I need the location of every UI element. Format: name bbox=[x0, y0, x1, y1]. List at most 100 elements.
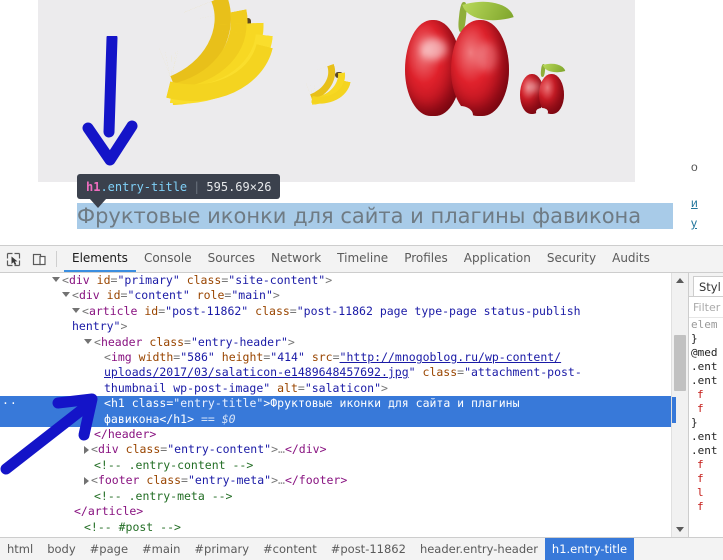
expand-triangle-icon[interactable] bbox=[52, 277, 60, 282]
attr-role-value: "main" bbox=[231, 288, 273, 303]
breadcrumb-item-html[interactable]: html bbox=[0, 538, 40, 560]
styles-line-3: .ent bbox=[691, 360, 718, 373]
attr-src: src bbox=[311, 350, 333, 365]
attr-class: class bbox=[125, 442, 161, 457]
tab-profiles[interactable]: Profiles bbox=[396, 247, 456, 272]
styles-line-7: } bbox=[691, 416, 698, 429]
sidebar-clipped-char-1: о bbox=[691, 160, 698, 174]
breadcrumb-item-primary[interactable]: #primary bbox=[187, 538, 256, 560]
dom-comment-entry-content[interactable]: <!-- .entry-content --> bbox=[0, 458, 671, 473]
attr-class-value-cont: hentry" bbox=[72, 319, 121, 334]
breadcrumb-item-body[interactable]: body bbox=[40, 538, 82, 560]
tab-elements[interactable]: Elements bbox=[64, 247, 136, 272]
dom-node-primary[interactable]: <<divdiv id="primary" class="site-conten… bbox=[0, 273, 671, 288]
tab-application[interactable]: Application bbox=[456, 247, 539, 272]
page-right-sidebar-clipped: о и у bbox=[687, 0, 723, 245]
attr-alt: alt bbox=[277, 380, 298, 395]
styles-filter-input[interactable]: Filter bbox=[689, 297, 723, 318]
expand-triangle-icon[interactable] bbox=[84, 338, 92, 344]
banana-large-icon bbox=[150, 0, 308, 120]
collapse-triangle-icon[interactable] bbox=[84, 476, 89, 485]
devtools-panel: Elements Console Sources Network Timelin… bbox=[0, 245, 723, 560]
attr-class: class bbox=[149, 334, 185, 349]
dom-node-h1-selected-cont[interactable]: фавикона</h1> == $0 bbox=[0, 411, 671, 428]
expand-triangle-icon[interactable] bbox=[72, 307, 80, 313]
styles-line-11: f bbox=[697, 472, 704, 485]
collapsed-ellipsis[interactable]: … bbox=[278, 473, 285, 487]
breadcrumb-item-header-entry-header[interactable]: header.entry-header bbox=[413, 538, 545, 560]
attr-class-value: "entry-content" bbox=[167, 442, 272, 457]
toolbar-divider bbox=[56, 251, 57, 267]
featured-image-salaticon bbox=[38, 0, 635, 182]
scrollbar-down-arrow-icon[interactable] bbox=[672, 522, 688, 537]
tab-network[interactable]: Network bbox=[263, 247, 329, 272]
tab-timeline[interactable]: Timeline bbox=[329, 247, 396, 272]
apple-small-icon bbox=[518, 59, 570, 116]
attr-id: id bbox=[144, 303, 159, 318]
breadcrumb-item-page[interactable]: #page bbox=[83, 538, 135, 560]
attr-class: class bbox=[146, 473, 182, 488]
styles-line-6: f bbox=[697, 402, 704, 415]
dom-node-header[interactable]: <header class="entry-header"> bbox=[0, 335, 671, 350]
breadcrumb-item-h1-entry-title[interactable]: h1.entry-title bbox=[544, 538, 635, 560]
devtools-toolbar: Elements Console Sources Network Timelin… bbox=[0, 246, 723, 273]
styles-line-13: f bbox=[697, 500, 704, 513]
scrollbar-up-arrow-icon[interactable] bbox=[672, 273, 688, 288]
tab-styles[interactable]: Styl bbox=[693, 276, 723, 296]
selected-node-dots-icon: ·· bbox=[2, 396, 18, 411]
page-entry-title: Фруктовые иконки для сайта и плагины фав… bbox=[77, 203, 673, 229]
styles-line-2: @med bbox=[691, 346, 718, 359]
dom-node-content[interactable]: <div id="content" role="main"> bbox=[0, 288, 671, 303]
sidebar-clipped-link-1[interactable]: и bbox=[691, 196, 698, 210]
attr-src-value-quote: " bbox=[408, 365, 416, 380]
tooltip-tag-name: h1 bbox=[86, 179, 101, 194]
dom-tree-pane[interactable]: <<divdiv id="primary" class="site-conten… bbox=[0, 273, 671, 537]
styles-line-8: .ent bbox=[691, 430, 718, 443]
attr-class-value: "entry-meta" bbox=[187, 473, 272, 488]
tab-audits[interactable]: Audits bbox=[604, 247, 658, 272]
breadcrumb-item-content[interactable]: #content bbox=[256, 538, 324, 560]
scrollbar-selection-marker bbox=[672, 397, 676, 423]
attr-id-value: "post-11862" bbox=[165, 303, 249, 318]
element-inspector-tooltip: h1 .entry-title | 595.69×26 bbox=[77, 174, 281, 199]
collapsed-ellipsis[interactable]: … bbox=[278, 442, 285, 456]
tooltip-dimensions: 595.69×26 bbox=[206, 179, 272, 194]
dom-node-img-cont2[interactable]: thumbnail wp-post-image" alt="salaticon"… bbox=[0, 381, 671, 396]
dom-tree-scrollbar[interactable] bbox=[671, 273, 688, 537]
page-viewport: h1 .entry-title | 595.69×26 Фруктовые ико… bbox=[38, 0, 687, 245]
sidebar-clipped-link-2[interactable]: у bbox=[691, 216, 697, 230]
device-toolbar-icon[interactable] bbox=[26, 247, 52, 271]
dom-node-article[interactable]: <article id="post-11862" class="post-118… bbox=[0, 304, 671, 319]
styles-line-9: .ent bbox=[691, 444, 718, 457]
dom-node-img-cont1[interactable]: uploads/2017/03/salaticon-e1489648457692… bbox=[0, 365, 671, 380]
breadcrumb-item-main[interactable]: #main bbox=[135, 538, 187, 560]
attr-class-value-part2: thumbnail wp-post-image" bbox=[104, 380, 271, 395]
inspect-cursor-icon[interactable] bbox=[0, 247, 26, 271]
collapse-triangle-icon[interactable] bbox=[84, 445, 89, 454]
dom-node-h1-selected[interactable]: ·· <h1 class="entry-title">Фруктовые икон… bbox=[0, 396, 671, 412]
tab-sources[interactable]: Sources bbox=[200, 247, 263, 272]
dom-node-entry-meta[interactable]: <footer class="entry-meta">…</footer> bbox=[0, 473, 671, 488]
dom-node-entry-content[interactable]: <div class="entry-content">…</div> bbox=[0, 442, 671, 457]
apple-large-icon bbox=[403, 0, 523, 124]
breadcrumb-item-post-11862[interactable]: #post-11862 bbox=[324, 538, 413, 560]
dom-comment-entry-meta[interactable]: <!-- .entry-meta --> bbox=[0, 489, 671, 504]
tab-console[interactable]: Console bbox=[136, 247, 200, 272]
attr-class-value: "site-content" bbox=[228, 273, 326, 287]
styles-sidebar-pane: Styl Filter elem } @med .ent .ent f f } … bbox=[688, 273, 723, 560]
dom-comment-post[interactable]: <!-- #post --> bbox=[0, 520, 671, 535]
scrollbar-thumb[interactable] bbox=[674, 335, 686, 391]
attr-class: class bbox=[186, 273, 222, 287]
attr-src-value-part2[interactable]: uploads/2017/03/salaticon-e1489648457692… bbox=[104, 365, 409, 379]
styles-line-5: f bbox=[697, 388, 704, 401]
console-reference-dollar0: == $0 bbox=[200, 411, 236, 426]
comment-text: <!-- .entry-meta --> bbox=[94, 488, 233, 503]
attr-src-value-part1[interactable]: "http://mnogoblog.ru/wp-content/ bbox=[340, 350, 562, 364]
attr-class: class bbox=[422, 365, 458, 380]
dom-node-header-close[interactable]: </header> bbox=[0, 427, 671, 442]
expand-triangle-icon[interactable] bbox=[62, 292, 70, 298]
tab-security[interactable]: Security bbox=[539, 247, 604, 272]
dom-node-article-cont[interactable]: hentry"> bbox=[0, 319, 671, 334]
dom-node-article-close[interactable]: </article> bbox=[0, 504, 671, 519]
dom-node-img[interactable]: <img width="586" height="414" src="http:… bbox=[0, 350, 671, 365]
